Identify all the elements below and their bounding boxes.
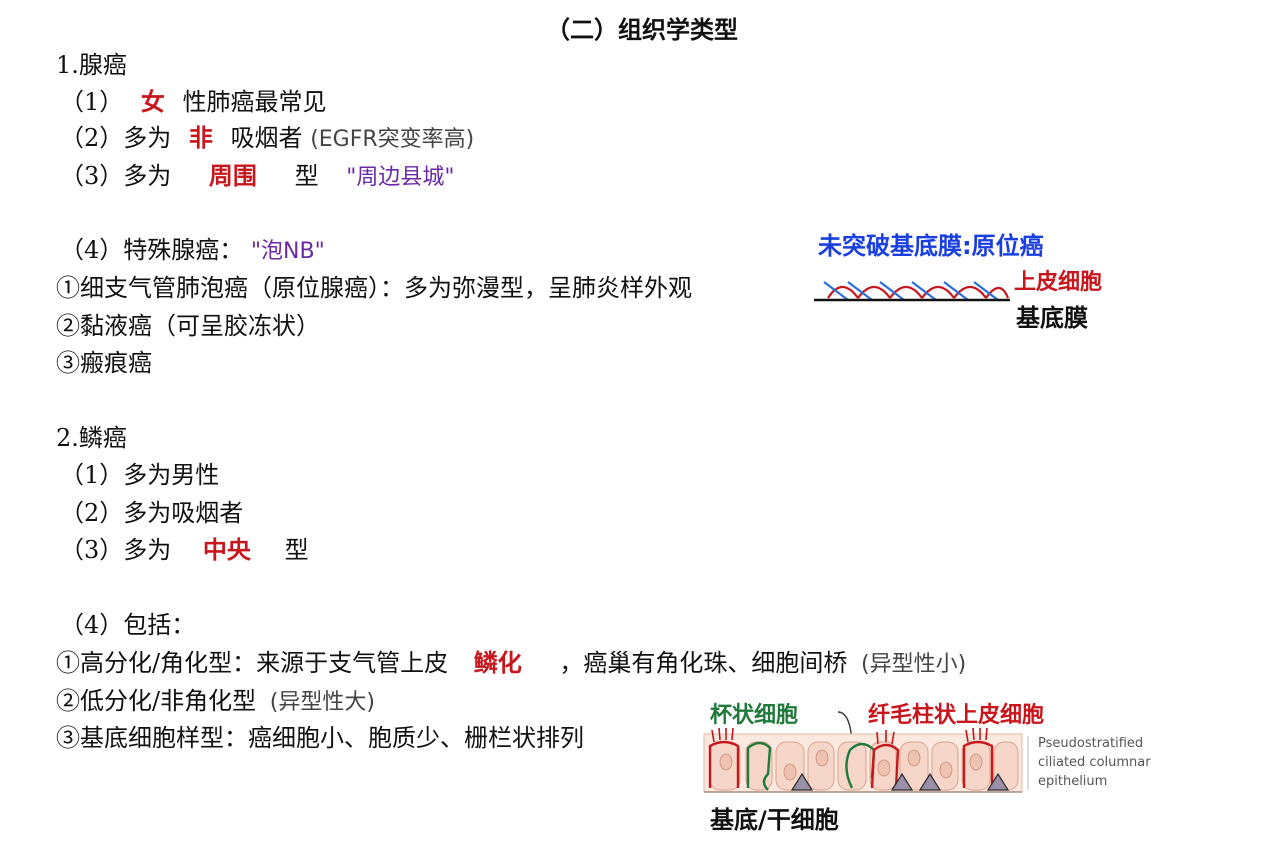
basal-cell-label: 基底/干细胞 xyxy=(710,806,839,834)
adeno-item-2: （2）多为 非 吸烟者 (EGFR突变率高) xyxy=(60,123,474,155)
adeno-sub-2: ②黏液癌（可呈胶冻状） xyxy=(56,312,320,340)
adeno-item-3-prefix: （3）多为 xyxy=(60,162,172,190)
caption-line-3: epithelium xyxy=(1038,774,1108,789)
adeno-sub-1: ①细支气管肺泡癌（原位腺癌）：多为弥漫型，呈肺炎样外观 xyxy=(56,274,692,302)
in-situ-note: 未突破基底膜:原位癌 xyxy=(818,232,1044,260)
adeno-item-1-suffix: 性肺癌最常见 xyxy=(182,88,327,116)
adeno-item-3-highlight: 周围 xyxy=(208,162,257,190)
squamous-item-3-highlight: 中央 xyxy=(202,536,251,564)
squamous-item-3-suffix: 型 xyxy=(284,536,309,564)
squamous-item-3: （3）多为 中央 型 xyxy=(60,535,309,565)
caption-line-1: Pseudostratified xyxy=(1038,736,1144,751)
adeno-item-1-prefix: （1） xyxy=(60,88,124,116)
section-title: （二）组织学类型 xyxy=(546,15,738,44)
squamous-sub-2-prefix: ②低分化/非角化型 xyxy=(56,687,257,715)
adeno-item-3: （3）多为 周围 型 "周边县城" xyxy=(60,161,454,193)
epithelium-caption: Pseudostratified ciliated columnar epith… xyxy=(1038,734,1151,791)
adeno-item-4: （4）特殊腺癌： "泡NB" xyxy=(60,235,325,267)
adeno-item-2-highlight: 非 xyxy=(188,124,213,152)
epithelium-illustration xyxy=(703,727,1029,793)
squamous-sub-1: ①高分化/角化型：来源于支气管上皮 鳞化 ，癌巢有角化珠、细胞间桥 (异型性小) xyxy=(56,648,966,680)
basement-membrane-label: 基底膜 xyxy=(1016,304,1088,332)
squamous-sub-1-suffix: ，癌巢有角化珠、细胞间桥 xyxy=(559,649,848,677)
squamous-sub-1-highlight: 鳞化 xyxy=(473,649,522,677)
adeno-item-4-note: "泡NB" xyxy=(250,239,325,264)
adeno-item-1-highlight: 女 xyxy=(140,88,165,116)
adeno-item-4-prefix: （4）特殊腺癌： xyxy=(60,236,244,264)
squamous-item-3-prefix: （3）多为 xyxy=(60,536,172,564)
squamous-item-4: （4）包括： xyxy=(60,611,196,639)
adeno-item-2-note: (EGFR突变率高) xyxy=(310,127,475,152)
adeno-sub-3: ③瘢痕癌 xyxy=(56,349,152,377)
adeno-heading: 1.腺癌 xyxy=(56,51,127,79)
ciliated-cell-label: 纤毛柱状上皮细胞 xyxy=(868,703,1045,728)
adeno-item-2-mid: 吸烟者 xyxy=(230,124,303,152)
squamous-sub-2-note: (异型性大) xyxy=(269,690,375,715)
caption-line-2: ciliated columnar xyxy=(1038,755,1151,770)
squamous-sub-1-prefix: ①高分化/角化型：来源于支气管上皮 xyxy=(56,649,449,677)
squamous-item-2: （2）多为吸烟者 xyxy=(60,499,244,527)
squamous-sub-1-note: (异型性小) xyxy=(861,652,967,677)
adeno-item-3-note: "周边县城" xyxy=(346,165,455,190)
squamous-heading: 2.鳞癌 xyxy=(56,424,127,452)
epithelium-label: 上皮细胞 xyxy=(1014,270,1103,295)
adeno-item-2-prefix: （2）多为 xyxy=(60,124,172,152)
squamous-item-1: （1）多为男性 xyxy=(60,461,220,489)
squamous-sub-2: ②低分化/非角化型 (异型性大) xyxy=(56,686,375,718)
squamous-sub-3: ③基底细胞样型：癌细胞小、胞质少、栅栏状排列 xyxy=(56,724,584,752)
adeno-item-3-mid: 型 xyxy=(294,162,319,190)
in-situ-sketch xyxy=(814,281,1010,302)
goblet-cell-label: 杯状细胞 xyxy=(710,703,799,728)
adeno-item-1: （1） 女 性肺癌最常见 xyxy=(60,87,327,117)
